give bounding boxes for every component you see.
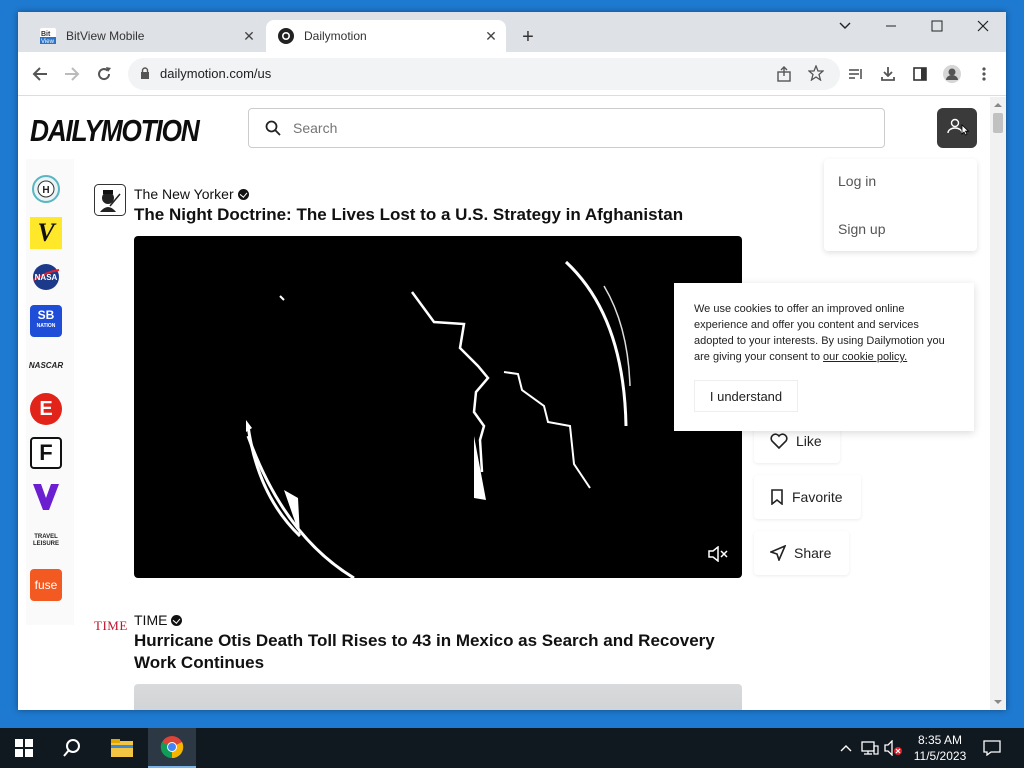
channel-sidebar: H V NASA SB NATION NASCAR E F TRAVEL LEIS…	[26, 159, 74, 625]
close-window-icon[interactable]	[960, 12, 1006, 40]
send-icon	[770, 545, 786, 561]
new-tab-icon[interactable]: +	[516, 26, 540, 49]
share-button[interactable]: Share	[754, 531, 850, 575]
reload-icon[interactable]	[92, 62, 116, 86]
channel-fuse-icon[interactable]: fuse	[30, 569, 62, 601]
channel-nasa-icon[interactable]: NASA	[30, 261, 62, 293]
svg-text:Bit: Bit	[41, 31, 51, 38]
tab-dailymotion[interactable]: Dailymotion ✕	[266, 20, 506, 52]
share-icon[interactable]	[776, 66, 792, 87]
tab-title: BitView Mobile	[66, 29, 145, 43]
maximize-icon[interactable]	[914, 12, 960, 40]
cookie-policy-link[interactable]: our cookie policy.	[823, 351, 907, 363]
svg-text:H: H	[42, 185, 49, 196]
scroll-thumb[interactable]	[993, 113, 1003, 133]
cookie-banner: We use cookies to offer an improved onli…	[674, 283, 974, 431]
close-tab-icon[interactable]: ✕	[480, 28, 502, 45]
download-icon[interactable]	[876, 62, 900, 86]
channel-f-icon[interactable]: F	[30, 437, 62, 469]
account-button[interactable]	[937, 108, 977, 148]
channel-h-icon[interactable]: H	[30, 173, 62, 205]
file-explorer-icon[interactable]	[98, 728, 146, 768]
channel-v-icon[interactable]	[30, 481, 62, 513]
start-icon[interactable]	[0, 728, 48, 768]
search-input[interactable]	[293, 117, 853, 139]
taskbar: 8:35 AM 11/5/2023	[0, 728, 1024, 768]
chevron-up-icon[interactable]	[836, 728, 856, 768]
channel-nascar-icon[interactable]: NASCAR	[29, 349, 63, 381]
video-title[interactable]: The Night Doctrine: The Lives Lost to a …	[134, 204, 754, 226]
bookmark-star-icon[interactable]	[807, 64, 825, 86]
tab-search-icon[interactable]	[822, 12, 868, 40]
notification-icon[interactable]	[972, 728, 1012, 768]
svg-text:NASA: NASA	[35, 273, 58, 282]
kebab-menu-icon[interactable]	[972, 62, 996, 86]
search-box[interactable]	[248, 108, 885, 148]
video-author[interactable]: TIME	[134, 612, 183, 628]
url-text: dailymotion.com/us	[160, 66, 272, 81]
channel-e-icon[interactable]: E	[30, 393, 62, 425]
search-icon[interactable]	[48, 728, 96, 768]
media-queue-icon[interactable]	[844, 62, 868, 86]
chrome-icon[interactable]	[148, 728, 196, 768]
cookie-accept-button[interactable]: I understand	[694, 380, 798, 412]
browser-toolbar: dailymotion.com/us	[18, 52, 1006, 96]
scroll-down-icon	[994, 700, 1002, 704]
minimize-icon[interactable]	[868, 12, 914, 40]
channel-sbnation-icon[interactable]: SB NATION	[30, 305, 62, 337]
browser-window: Bit View BitView Mobile ✕ Dailymotion ✕ +	[18, 12, 1006, 710]
tab-title: Dailymotion	[304, 29, 367, 43]
time-logo[interactable]: TIME	[94, 618, 128, 634]
side-panel-icon[interactable]	[908, 62, 932, 86]
video-title[interactable]: Hurricane Otis Death Toll Rises to 43 in…	[134, 630, 774, 674]
profile-icon[interactable]	[940, 62, 964, 86]
address-bar[interactable]: dailymotion.com/us	[128, 58, 840, 90]
video-author[interactable]: The New Yorker	[134, 186, 249, 202]
system-clock[interactable]: 8:35 AM 11/5/2023	[908, 732, 972, 764]
bookmark-icon	[771, 489, 783, 505]
svg-text:View: View	[41, 39, 55, 44]
favorite-button[interactable]: Favorite	[754, 475, 861, 519]
cookie-text: We use cookies to offer an improved onli…	[694, 303, 945, 363]
mute-icon[interactable]	[708, 545, 728, 567]
channel-travel-leisure-icon[interactable]: TRAVEL LEISURE	[30, 525, 62, 557]
verified-icon	[237, 188, 249, 200]
dailymotion-logo[interactable]: DAILYMOTION	[30, 113, 200, 149]
close-tab-icon[interactable]: ✕	[238, 28, 260, 45]
user-icon	[947, 118, 970, 136]
login-link[interactable]: Log in	[838, 173, 876, 189]
network-icon[interactable]	[858, 728, 882, 768]
account-menu: Log in Sign up	[824, 159, 977, 251]
volume-muted-icon[interactable]	[882, 728, 906, 768]
search-icon	[265, 120, 281, 141]
lock-icon	[140, 67, 150, 85]
page-scrollbar[interactable]	[990, 97, 1006, 710]
video-thumbnail[interactable]	[134, 684, 742, 710]
tab-strip: Bit View BitView Mobile ✕ Dailymotion ✕ +	[18, 12, 1006, 52]
page-content: DAILYMOTION Log in Sign up H V	[18, 97, 990, 710]
forward-icon[interactable]	[60, 62, 84, 86]
new-yorker-avatar[interactable]	[94, 184, 126, 216]
bitview-icon: Bit View	[40, 28, 56, 44]
scroll-up-icon	[994, 103, 1002, 107]
signup-link[interactable]: Sign up	[838, 221, 885, 237]
video-frame	[246, 260, 631, 578]
video-player[interactable]	[134, 236, 742, 578]
tab-bitview[interactable]: Bit View BitView Mobile ✕	[28, 20, 264, 52]
back-icon[interactable]	[28, 62, 52, 86]
dailymotion-icon	[278, 28, 294, 44]
heart-icon	[770, 433, 788, 449]
channel-vice-icon[interactable]: V	[30, 217, 62, 249]
verified-icon	[171, 614, 183, 626]
